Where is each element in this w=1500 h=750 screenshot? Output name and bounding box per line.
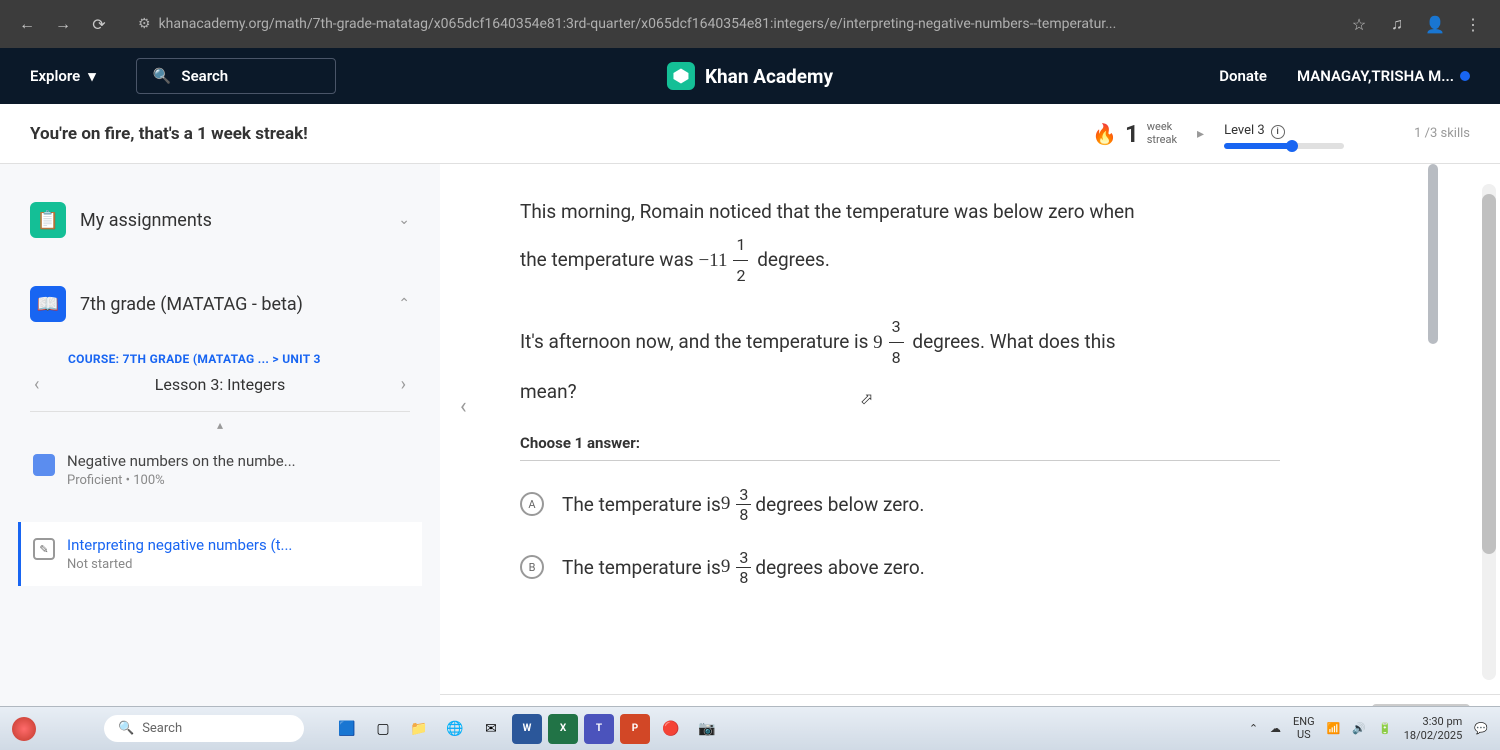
streak-counter[interactable]: 🔥 1 week streak [1092, 120, 1177, 148]
volume-icon[interactable]: 🔊 [1352, 722, 1366, 735]
info-icon[interactable]: i [1271, 125, 1285, 139]
browser-toolbar: ← → ⟳ ⚙ khanacademy.org/math/7th-grade-m… [0, 0, 1500, 48]
menu-icon[interactable]: ⋮ [1464, 15, 1482, 33]
chevron-down-icon: ⌄ [398, 212, 410, 228]
star-icon[interactable]: ☆ [1350, 15, 1368, 33]
teams-icon[interactable]: T [584, 714, 614, 744]
fire-icon: 🔥 [1092, 122, 1117, 146]
radio-a[interactable]: A [520, 492, 544, 516]
task-view-icon[interactable]: ▢ [368, 714, 398, 744]
streak-message: You're on fire, that's a 1 week streak! [30, 124, 308, 144]
skill-item-interpreting-negative[interactable]: ✎ Interpreting negative numbers (t... No… [18, 522, 422, 586]
choose-label: Choose 1 answer: [520, 434, 1450, 452]
logo[interactable]: Khan Academy [667, 62, 833, 90]
lesson-prev-button[interactable]: ‹ [26, 374, 47, 395]
reload-icon[interactable]: ⟳ [90, 15, 108, 33]
book-icon: 📖 [30, 286, 66, 322]
page-scrollbar[interactable] [1428, 164, 1438, 684]
divider [520, 460, 1280, 461]
arrow-right-icon: ▸ [1197, 126, 1204, 142]
level-progress [1224, 143, 1344, 149]
streak-bar: You're on fire, that's a 1 week streak! … [0, 104, 1500, 164]
explore-menu[interactable]: Explore ▾ [30, 67, 96, 85]
powerpoint-icon[interactable]: P [620, 714, 650, 744]
user-menu[interactable]: MANAGAY,TRISHA M... [1297, 67, 1470, 85]
back-icon[interactable]: ← [18, 15, 36, 33]
app-viewport: Explore ▾ 🔍 Search Khan Academy Donate M… [0, 48, 1500, 750]
camera-icon[interactable]: 📷 [692, 714, 722, 744]
explorer-icon[interactable]: 📁 [404, 714, 434, 744]
notification-dot-icon [1460, 71, 1470, 81]
pencil-icon: ✎ [33, 538, 55, 560]
question-text: This morning, Romain noticed that the te… [520, 194, 1280, 410]
khan-logo-icon [667, 62, 695, 90]
breadcrumb[interactable]: COURSE: 7TH GRADE (MATATAG ... > UNIT 3 [18, 336, 422, 370]
mail-icon[interactable]: ✉ [476, 714, 506, 744]
scroll-up-button[interactable]: ▴ [18, 412, 422, 438]
search-icon: 🔍 [153, 67, 172, 85]
taskbar-search[interactable]: 🔍 Search [104, 715, 304, 742]
widgets-icon[interactable] [12, 717, 36, 741]
search-icon: 🔍 [118, 721, 134, 736]
url-bar[interactable]: ⚙ khanacademy.org/math/7th-grade-matatag… [126, 16, 1332, 32]
url-text: khanacademy.org/math/7th-grade-matatag/x… [159, 16, 1117, 32]
skill-item-negative-numbers[interactable]: Negative numbers on the numbe... Profici… [18, 438, 422, 502]
cloud-icon[interactable]: ☁ [1270, 722, 1281, 735]
content-scrollbar[interactable] [1482, 184, 1496, 680]
donate-link[interactable]: Donate [1219, 67, 1267, 85]
windows-taskbar: 🔍 Search 🟦 ▢ 📁 🌐 ✉ W X T P 🔴 📷 ⌃ ☁ ENG U… [0, 706, 1500, 750]
chevron-down-icon: ▾ [88, 67, 96, 85]
skills-count: 1 /3 skills [1414, 126, 1470, 141]
notifications-icon[interactable]: 💬 [1474, 722, 1488, 735]
copilot-icon[interactable]: 🟦 [332, 714, 362, 744]
top-nav: Explore ▾ 🔍 Search Khan Academy Donate M… [0, 48, 1500, 104]
tray-chevron-icon[interactable]: ⌃ [1249, 722, 1258, 735]
clock[interactable]: 3:30 pm 18/02/2025 [1404, 715, 1463, 741]
chevron-up-icon: ⌃ [398, 296, 410, 312]
site-settings-icon[interactable]: ⚙ [138, 16, 151, 32]
battery-icon[interactable]: 🔋 [1378, 722, 1392, 735]
assignments-icon: 📋 [30, 202, 66, 238]
wifi-icon[interactable]: 📶 [1327, 722, 1341, 735]
language-indicator[interactable]: ENG US [1293, 716, 1315, 740]
profile-icon[interactable]: 👤 [1426, 15, 1444, 33]
answer-option-b[interactable]: B The temperature is 938 degrees above z… [520, 548, 1450, 587]
search-button[interactable]: 🔍 Search [136, 58, 336, 94]
answer-option-a[interactable]: A The temperature is 938 degrees below z… [520, 485, 1450, 524]
radio-b[interactable]: B [520, 555, 544, 579]
edge-icon[interactable]: 🌐 [440, 714, 470, 744]
sidebar: 📋 My assignments ⌄ 📖 7th grade (MATATAG … [0, 164, 440, 750]
word-icon[interactable]: W [512, 714, 542, 744]
chrome-icon[interactable]: 🔴 [656, 714, 686, 744]
mastery-box-icon [33, 454, 55, 476]
prev-question-button[interactable]: ‹ [460, 394, 467, 419]
question-panel: ‹ This morning, Romain noticed that the … [440, 164, 1500, 750]
sidebar-item-grade[interactable]: 📖 7th grade (MATATAG - beta) ⌃ [18, 272, 422, 336]
level-indicator[interactable]: Level 3 i [1224, 119, 1344, 149]
excel-icon[interactable]: X [548, 714, 578, 744]
lesson-title: Lesson 3: Integers [47, 375, 392, 394]
lesson-next-button[interactable]: › [393, 374, 414, 395]
music-icon[interactable]: ♫ [1388, 15, 1406, 33]
forward-icon[interactable]: → [54, 15, 72, 33]
sidebar-item-assignments[interactable]: 📋 My assignments ⌄ [18, 188, 422, 252]
